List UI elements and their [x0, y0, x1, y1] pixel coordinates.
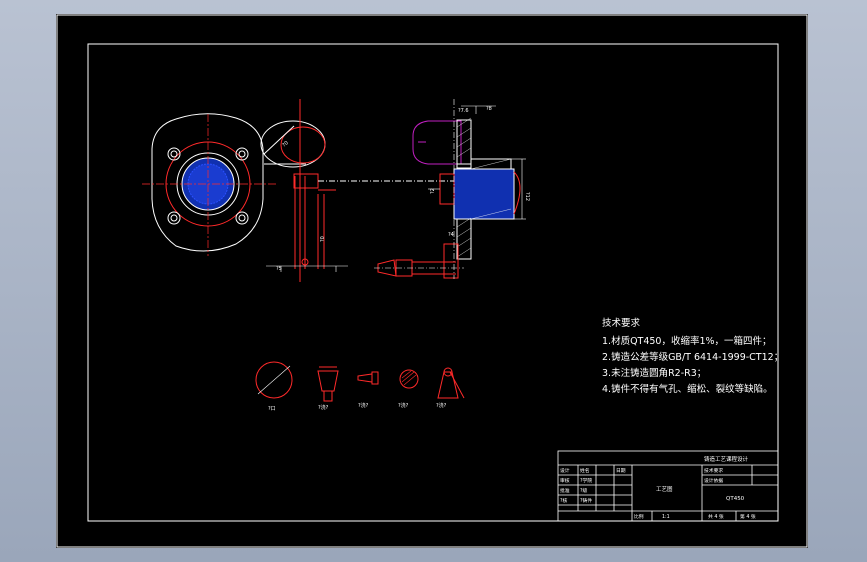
tb-sheet-number: 第 4 张 — [740, 513, 756, 520]
label-runner: ?浇? — [358, 402, 369, 409]
tb-tech: 技术要求 — [704, 467, 723, 474]
cad-viewport: ?0 ?0 ?5 ?7.6 ?8 ?12 ?2 ?4 技术要求 1.材质QT45… — [0, 0, 867, 562]
dim-offset: ?8 — [486, 106, 492, 112]
label-sprue: ?浇? — [318, 404, 329, 411]
tb-reviewer: 审核 — [560, 477, 570, 484]
tb-name: 姓名 — [580, 467, 590, 474]
drawing-canvas: ?0 ?0 ?5 ?7.6 ?8 ?12 ?2 ?4 技术要求 1.材质QT45… — [56, 14, 808, 548]
runner-bar-side — [374, 259, 464, 277]
title-drawing-name: 工艺图 — [656, 485, 673, 493]
tb-school: ?学院 — [580, 477, 592, 484]
label-gate: ?浇? — [398, 402, 409, 409]
tb-basis: 设计依据 — [704, 477, 723, 484]
tb-designer: 设计 — [560, 467, 570, 474]
title-material: QT450 — [726, 496, 745, 502]
tb-scale-label: 比例 — [634, 513, 644, 520]
dim-sprue: ?0 — [281, 140, 289, 148]
tech-item-1: 1.材质QT450，收缩率1%，一箱四件； — [602, 335, 772, 347]
tech-item-3: 3.未注铸造圆角R2-R3； — [602, 367, 706, 379]
dim-left: ?2 — [430, 188, 436, 194]
tech-item-2: 2.铸造公差等级GB/T 6414-1999-CT12； — [602, 351, 783, 363]
flange-front-view — [142, 113, 278, 256]
tb-date: 日期 — [616, 468, 626, 474]
tb-class: ?级 — [580, 487, 588, 494]
label-riser: ?浇? — [436, 402, 447, 409]
dim-base: ?5 — [276, 266, 282, 272]
outer-frame — [56, 14, 808, 548]
tech-item-4: 4.铸件不得有气孔、缩松、裂纹等缺陷。 — [602, 383, 773, 395]
dim-top: ?7.6 — [458, 108, 469, 114]
tb-cast: ?铸件 — [580, 497, 592, 504]
tech-heading: 技术要求 — [602, 317, 641, 329]
detail-views — [255, 361, 465, 402]
tb-scale-value: 1:1 — [662, 514, 670, 520]
dim-runner: ?0 — [320, 236, 326, 242]
technical-requirements: 技术要求 1.材质QT450，收缩率1%，一箱四件； 2.铸造公差等级GB/T … — [602, 317, 783, 395]
tb-sheet-count: 共 4 张 — [708, 513, 724, 520]
dim-height: ?12 — [524, 192, 530, 201]
tb-row4: ?核 — [560, 497, 568, 504]
tb-approver: 批准 — [560, 487, 570, 494]
label-pouring-cup: ?口 — [268, 406, 276, 412]
drawing-sheet: ?0 ?0 ?5 ?7.6 ?8 ?12 ?2 ?4 技术要求 1.材质QT45… — [56, 14, 808, 548]
dim-bottom: ?4 — [448, 232, 454, 238]
title-project: 铸造工艺课程设计 — [704, 455, 749, 463]
